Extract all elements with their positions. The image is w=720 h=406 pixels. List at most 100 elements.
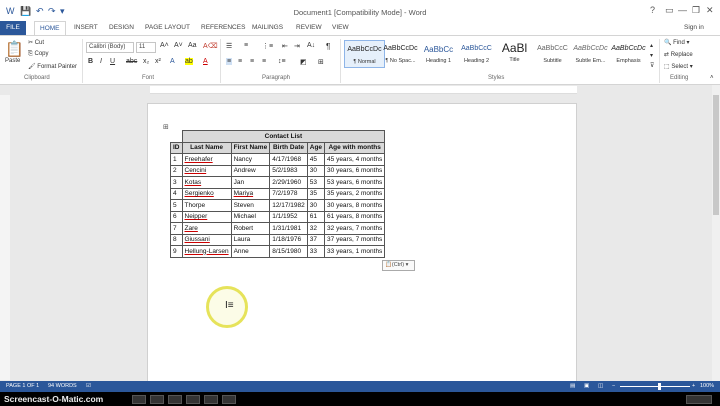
copy-button[interactable]: ⎘ Copy [28, 51, 49, 58]
cell-age-months[interactable]: 33 years, 1 months [324, 245, 386, 258]
styles-scroll-up-icon[interactable]: ▴ [650, 42, 653, 49]
cell-id[interactable]: 6 [170, 210, 183, 223]
bullets-icon[interactable]: ☰ [226, 42, 232, 50]
tab-insert[interactable]: INSERT [74, 24, 98, 31]
cell-age[interactable]: 30 [306, 164, 326, 177]
table-row[interactable]: 6 Neipper Michael 1/1/1952 61 61 years, 8 mon… [170, 210, 386, 223]
style-no-spacing[interactable]: AaBbCcDc ¶ No Spac... [380, 40, 421, 68]
tab-mailings[interactable]: MAILINGS [252, 24, 283, 31]
cell-last-name[interactable]: Zare [181, 222, 232, 235]
cell-last-name[interactable]: Freehafer [181, 153, 232, 166]
cell-last-name[interactable]: Cencini [181, 164, 232, 177]
tab-references[interactable]: REFERENCES [201, 24, 245, 31]
cell-age-months[interactable]: 45 years, 4 months [324, 153, 386, 166]
cell-birth-date[interactable]: 5/2/1983 [269, 164, 308, 177]
styles-more-icon[interactable]: ⊽ [650, 62, 654, 69]
cell-first-name[interactable]: Steven [230, 199, 271, 212]
font-size-select[interactable]: 11 [136, 42, 156, 53]
cell-first-name[interactable]: Anne [230, 245, 271, 258]
subscript-icon[interactable]: x₂ [143, 58, 149, 65]
cell-age[interactable]: 32 [306, 222, 326, 235]
borders-icon[interactable]: ⊞ [318, 58, 324, 66]
sort-icon[interactable]: A↓ [307, 42, 315, 49]
align-left-icon[interactable]: ≡ [226, 58, 233, 65]
paste-options-button[interactable]: 📋(Ctrl) ▾ [382, 260, 415, 271]
cell-age[interactable]: 61 [306, 210, 326, 223]
justify-icon[interactable]: ≡ [262, 58, 266, 65]
tab-file[interactable]: FILE [0, 21, 26, 35]
cell-age-months[interactable]: 30 years, 8 months [324, 199, 386, 212]
help-button[interactable]: ? [650, 5, 655, 15]
read-mode-icon[interactable]: ▤ [570, 381, 575, 392]
tab-review[interactable]: REVIEW [296, 24, 322, 31]
cell-age[interactable]: 37 [306, 233, 326, 246]
sign-in-link[interactable]: Sign in [684, 24, 704, 31]
cell-first-name[interactable]: Andrew [230, 164, 271, 177]
font-family-select[interactable]: Calibri (Body) [86, 42, 134, 53]
highlight-icon[interactable]: ab [185, 58, 193, 65]
zoom-out-icon[interactable]: − [612, 381, 615, 392]
change-case-icon[interactable]: Aa [188, 42, 197, 49]
font-color-icon[interactable]: A [203, 58, 208, 65]
table-move-handle-icon[interactable]: ⊞ [163, 123, 169, 131]
shading-icon[interactable]: ◩ [300, 58, 307, 66]
style-subtle-emphasis[interactable]: AaBbCcDc Subtle Em... [570, 40, 611, 68]
proofing-icon[interactable]: ☑ [86, 381, 91, 392]
cell-age-months[interactable]: 53 years, 6 months [324, 176, 386, 189]
cell-birth-date[interactable]: 8/15/1980 [269, 245, 308, 258]
cell-birth-date[interactable]: 2/29/1960 [269, 176, 308, 189]
table-row[interactable]: 9 Hellung-Larsen Anne 8/15/1980 33 33 years, … [170, 245, 386, 258]
scrollbar-thumb[interactable] [713, 95, 719, 215]
tab-page-layout[interactable]: PAGE LAYOUT [145, 24, 190, 31]
style-subtitle[interactable]: AaBbCcC Subtitle [532, 40, 573, 68]
cell-id[interactable]: 8 [170, 233, 183, 246]
style-emphasis[interactable]: AaBbCcDc Emphasis [608, 40, 649, 68]
cell-birth-date[interactable]: 12/17/1982 [269, 199, 308, 212]
close-button[interactable]: ✕ [706, 5, 714, 16]
table-row[interactable]: 2 Cencini Andrew 5/2/1983 30 30 years, 6 mont… [170, 164, 386, 177]
vertical-ruler[interactable] [0, 95, 10, 380]
cell-age[interactable]: 30 [306, 199, 326, 212]
cell-birth-date[interactable]: 1/1/1952 [269, 210, 308, 223]
contact-list-table[interactable]: Contact List ID Last Name First Name Bir… [170, 130, 386, 258]
styles-scroll-down-icon[interactable]: ▾ [650, 52, 653, 59]
cell-age[interactable]: 45 [306, 153, 326, 166]
cell-last-name[interactable]: Hellung-Larsen [181, 245, 232, 258]
cut-button[interactable]: ✂ Cut [28, 39, 44, 46]
superscript-icon[interactable]: x² [155, 58, 161, 65]
cell-first-name[interactable]: Michael [230, 210, 271, 223]
page-count[interactable]: PAGE 1 OF 1 [6, 381, 39, 392]
cell-age[interactable]: 33 [306, 245, 326, 258]
web-layout-icon[interactable]: ◫ [598, 381, 603, 392]
find-button[interactable]: 🔍 Find ▾ [664, 39, 690, 46]
zoom-slider-thumb[interactable] [658, 383, 661, 390]
format-painter-button[interactable]: 🖌 Format Painter [28, 63, 77, 70]
cell-first-name[interactable]: Jan [230, 176, 271, 189]
cell-id[interactable]: 2 [170, 164, 183, 177]
cell-last-name[interactable]: Sergienko [181, 187, 232, 200]
word-count[interactable]: 94 WORDS [48, 381, 77, 392]
underline-icon[interactable]: U [110, 58, 115, 65]
cell-birth-date[interactable]: 1/18/1976 [269, 233, 308, 246]
cell-id[interactable]: 1 [170, 153, 183, 166]
cell-id[interactable]: 3 [170, 176, 183, 189]
show-formatting-icon[interactable]: ¶ [326, 42, 330, 51]
align-center-icon[interactable]: ≡ [238, 58, 242, 65]
collapse-ribbon-icon[interactable]: ˄ [710, 75, 714, 81]
style-normal[interactable]: AaBbCcDc ¶ Normal [344, 40, 385, 68]
style-heading-2[interactable]: AaBbCcC Heading 2 [456, 40, 497, 68]
cell-id[interactable]: 9 [170, 245, 183, 258]
cell-id[interactable]: 5 [170, 199, 183, 212]
tab-design[interactable]: DESIGN [109, 24, 134, 31]
table-row[interactable]: 1 Freehafer Nancy 4/17/1968 45 45 years, 4 mo… [170, 153, 386, 166]
shrink-font-icon[interactable]: A˅ [174, 42, 183, 49]
zoom-slider[interactable] [620, 386, 690, 387]
style-title[interactable]: AaBl Title [494, 40, 535, 68]
minimize-button[interactable]: — [678, 5, 687, 15]
ribbon-display-options-icon[interactable]: ▭ [665, 5, 674, 16]
replace-button[interactable]: ⇄ Replace [664, 51, 693, 58]
tab-home[interactable]: HOME [34, 21, 66, 36]
strikethrough-icon[interactable]: abc [126, 58, 137, 65]
cell-first-name[interactable]: Nancy [230, 153, 271, 166]
cell-age-months[interactable]: 35 years, 2 months [324, 187, 386, 200]
